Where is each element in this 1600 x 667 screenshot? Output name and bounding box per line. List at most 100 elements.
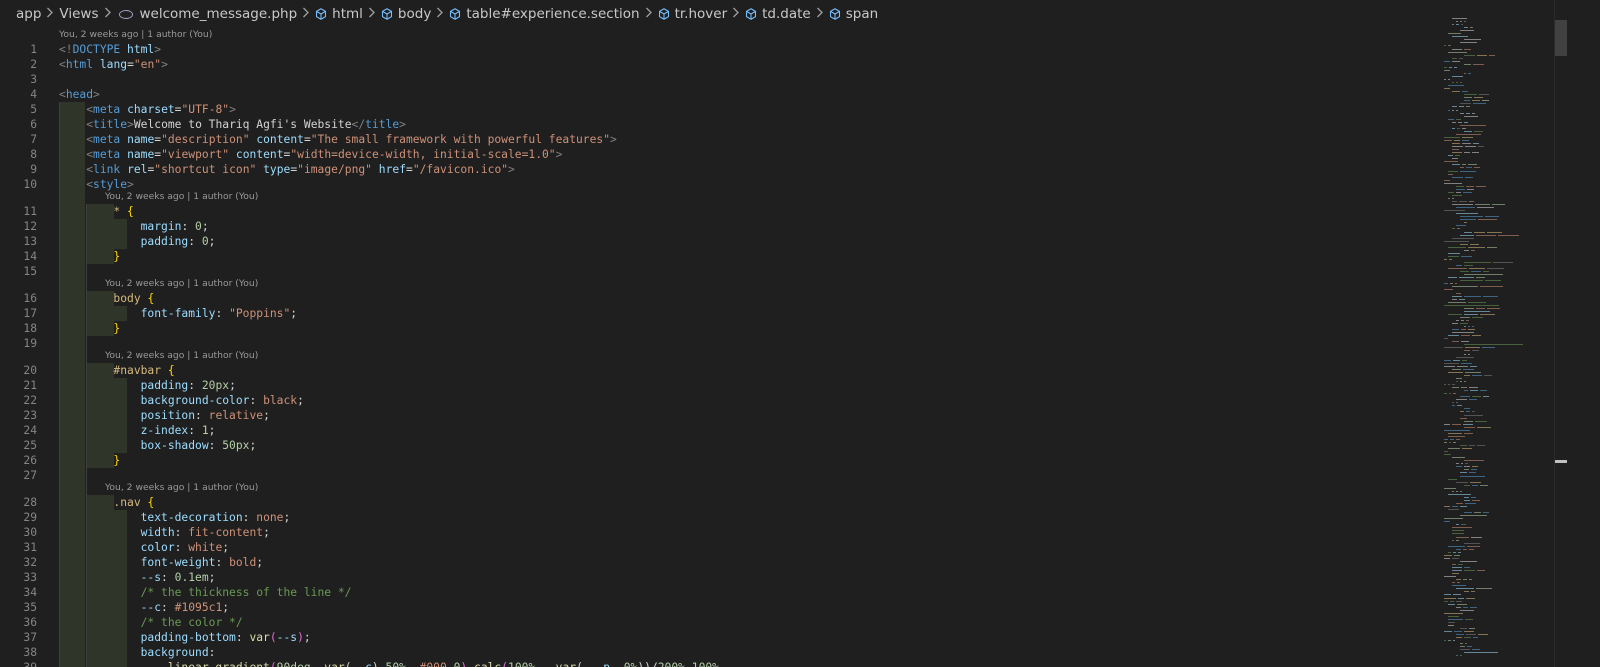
code-line[interactable]: 3 [0, 72, 1436, 87]
breadcrumb-item[interactable]: Views [59, 6, 98, 22]
code-line[interactable]: 19 [0, 336, 1436, 351]
code-token: Welcome to Thariq Agfi's Website [133, 118, 352, 131]
code-token: ; [263, 526, 270, 539]
code-line[interactable]: 27 [0, 468, 1436, 483]
code-line[interactable]: 4 <head> [0, 87, 1436, 102]
minimap-line [1448, 509, 1459, 511]
git-blame-codelens[interactable]: You, 2 weeks ago | 1 author (You) [105, 350, 258, 362]
code-line[interactable]: 14 } [0, 249, 1436, 264]
minimap-line [1448, 155, 1453, 157]
code-line[interactable]: 2 <html lang="en"> [0, 57, 1436, 72]
minimap-line [1448, 448, 1460, 450]
minimap-line [1479, 94, 1489, 96]
minimap-line [1452, 567, 1462, 568]
code-token: ; [208, 571, 216, 584]
minimap-line [1463, 579, 1467, 581]
minimap-line [1464, 222, 1467, 224]
minimap-line [1464, 262, 1491, 263]
code-token: padding [140, 235, 189, 248]
indent-guide [86, 204, 88, 667]
git-blame-codelens[interactable]: You, 2 weeks ago | 1 author (You) [59, 29, 212, 41]
breadcrumb-label: td.date [762, 6, 811, 22]
code-line[interactable]: 18 } [0, 321, 1436, 336]
breadcrumb-item[interactable]: span [829, 6, 878, 22]
code-line[interactable]: 1 <!DOCTYPE html> [0, 42, 1436, 57]
code-token: > [154, 43, 162, 56]
minimap-line [1460, 490, 1462, 492]
code-line[interactable]: 17 font-family: "Poppins"; [0, 306, 1436, 321]
git-blame-codelens[interactable]: You, 2 weeks ago | 1 author (You) [105, 482, 258, 494]
code-line[interactable]: 30 width: fit-content; [0, 525, 1436, 540]
code-line[interactable]: 22 background-color: black; [0, 393, 1436, 408]
scrollbar-thumb[interactable] [1555, 20, 1567, 56]
breadcrumb-item[interactable]: td.date [745, 6, 811, 22]
minimap-line [1469, 201, 1474, 202]
breadcrumb-item[interactable]: body [381, 6, 431, 22]
code-line[interactable]: 24 z-index: 1; [0, 423, 1436, 438]
minimap-line [1464, 231, 1472, 233]
minimap-line [1466, 167, 1472, 169]
code-line[interactable]: 32 font-weight: bold; [0, 555, 1436, 570]
minimap[interactable] [1440, 18, 1552, 667]
code-line[interactable]: 6 <title>Welcome to Thariq Agfi's Websit… [0, 117, 1436, 132]
minimap-line [1466, 106, 1470, 108]
code-line[interactable]: 12 margin: 0; [0, 219, 1436, 234]
code-line[interactable]: 11 * { [0, 204, 1436, 219]
code-token: white [188, 541, 223, 554]
code-token: name [127, 148, 155, 161]
code-line[interactable]: 26 } [0, 453, 1436, 468]
breadcrumb-item[interactable]: table#experience.section [449, 6, 640, 22]
code-line[interactable]: 9 <link rel="shortcut icon" type="image/… [0, 162, 1436, 177]
minimap-line [1457, 365, 1468, 367]
code-line[interactable]: 7 <meta name="description" content="The … [0, 132, 1436, 147]
code-line[interactable]: 37 padding-bottom: var(--s); [0, 630, 1436, 645]
breadcrumb-item[interactable]: app [16, 6, 41, 22]
breadcrumb-item[interactable]: tr.hover [658, 6, 727, 22]
line-number: 20 [23, 364, 37, 377]
code-line[interactable]: 31 color: white; [0, 540, 1436, 555]
minimap-line [1444, 365, 1455, 367]
symbol-element-icon [829, 8, 846, 20]
code-line[interactable]: 33 --s: 0.1em; [0, 570, 1436, 585]
code-line[interactable]: 10 <style> [0, 177, 1436, 192]
code-token: "description" [161, 133, 250, 146]
code-line[interactable]: 20 #navbar { [0, 363, 1436, 378]
breadcrumb-item[interactable]: html [315, 6, 363, 22]
code-line[interactable]: 13 padding: 0; [0, 234, 1436, 249]
code-token: "shortcut icon" [154, 163, 257, 176]
minimap-line [1461, 341, 1469, 343]
vertical-scrollbar[interactable] [1554, 0, 1569, 667]
minimap-line [1456, 225, 1466, 227]
minimap-line [1465, 176, 1473, 178]
code-line[interactable]: 35 --c: #1095c1; [0, 600, 1436, 615]
code-line[interactable]: 28 .nav { [0, 495, 1436, 510]
minimap-line [1448, 640, 1451, 642]
code-line[interactable]: 25 box-shadow: 50px; [0, 438, 1436, 453]
code-token: .nav [113, 496, 141, 509]
breadcrumb-item[interactable]: welcome_message.php [117, 6, 297, 22]
code-token: = [303, 133, 311, 146]
code-editor[interactable]: You, 2 weeks ago | 1 author (You) 1 <!DOCT… [0, 28, 1436, 667]
code-line[interactable]: 36 /* the color */ [0, 615, 1436, 630]
git-blame-codelens[interactable]: You, 2 weeks ago | 1 author (You) [105, 278, 258, 290]
code-line[interactable]: 5 <meta charset="UTF-8"> [0, 102, 1436, 117]
minimap-line [1458, 597, 1464, 599]
code-line[interactable]: 23 position: relative; [0, 408, 1436, 423]
minimap-line [1452, 563, 1456, 565]
code-line[interactable]: 15 [0, 264, 1436, 279]
minimap-line [1453, 640, 1455, 642]
code-line[interactable]: 8 <meta name="viewport" content="width=d… [0, 147, 1436, 162]
minimap-line [1470, 606, 1477, 608]
code-line[interactable]: 34 /* the thickness of the line */ [0, 585, 1436, 600]
line-number: 31 [23, 541, 37, 554]
git-blame-codelens[interactable]: You, 2 weeks ago | 1 author (You) [105, 191, 258, 203]
code-line[interactable]: 16 body { [0, 291, 1436, 306]
code-line[interactable]: 29 text-decoration: none; [0, 510, 1436, 525]
code-line[interactable]: 38 background: [0, 645, 1436, 660]
code-line[interactable]: 21 padding: 20px; [0, 378, 1436, 393]
minimap-line [1453, 594, 1461, 596]
minimap-line [1464, 353, 1466, 355]
code-line[interactable]: 39 linear-gradient(90deg, var(--c) 50%, … [0, 660, 1436, 667]
